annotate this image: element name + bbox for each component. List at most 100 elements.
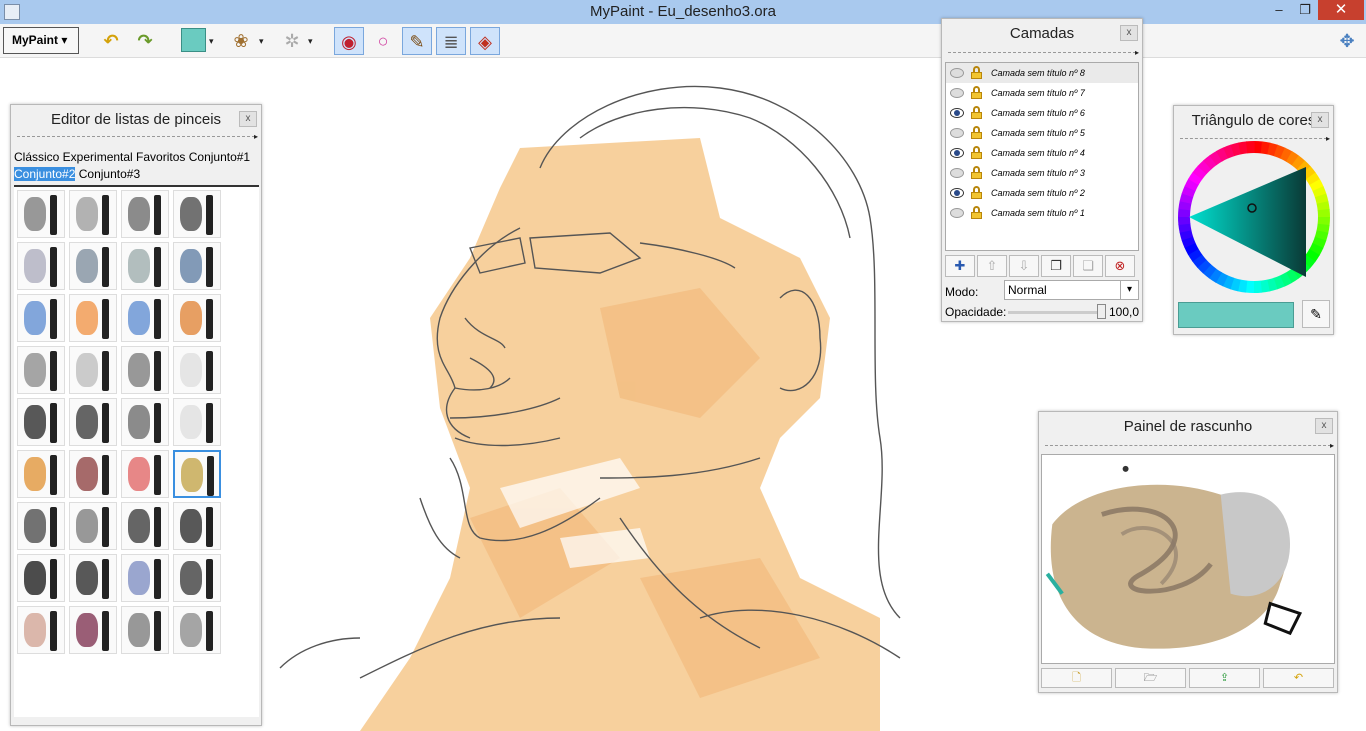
lock-icon[interactable] <box>971 66 982 79</box>
layer-row[interactable]: Camada sem título nº 7 <box>946 83 1138 103</box>
brush-preset[interactable] <box>17 294 65 342</box>
visibility-eye-icon[interactable] <box>950 128 964 138</box>
layer-row[interactable]: Camada sem título nº 5 <box>946 123 1138 143</box>
brush-preset[interactable] <box>69 398 117 446</box>
undo-icon[interactable]: ↶ <box>96 27 126 55</box>
brush-preset[interactable] <box>121 450 169 498</box>
layer-row[interactable]: Camada sem título nº 1 <box>946 203 1138 223</box>
redo-icon[interactable]: ↷ <box>130 27 160 55</box>
brush-preset[interactable] <box>17 242 65 290</box>
lock-icon[interactable] <box>971 86 982 99</box>
brush-preset[interactable] <box>69 346 117 394</box>
brush-preset[interactable] <box>173 242 221 290</box>
brush-preset[interactable] <box>17 398 65 446</box>
color-sampler-toggle[interactable]: ◉ <box>334 27 364 55</box>
brush-preset[interactable] <box>173 294 221 342</box>
new-scratchpad-button[interactable]: 🗋 <box>1041 668 1112 688</box>
brush-group-selected[interactable]: Conjunto#2 <box>14 167 76 181</box>
brush-preset[interactable] <box>69 554 117 602</box>
brush-preset[interactable] <box>69 190 117 238</box>
merge-layer-button[interactable]: ❏ <box>1073 255 1103 277</box>
brush-preset[interactable] <box>121 190 169 238</box>
save-default-scratchpad-button[interactable]: ⇪ <box>1189 668 1260 688</box>
layers-toggle[interactable]: ≣ <box>436 27 466 55</box>
brush-preset[interactable] <box>121 398 169 446</box>
mypaint-menu-button[interactable]: MyPaint ▾ <box>3 27 79 54</box>
brush-preset[interactable] <box>17 346 65 394</box>
brush-groups-line[interactable]: Clássico Experimental Favoritos Conjunto… <box>14 149 259 166</box>
opacity-slider-track[interactable] <box>1008 311 1104 314</box>
lock-icon[interactable] <box>971 166 982 179</box>
blend-mode-select[interactable]: Normal ▾ <box>1004 280 1139 300</box>
layers-close-button[interactable]: x <box>1120 25 1138 41</box>
brush-preset[interactable] <box>173 554 221 602</box>
layer-row[interactable]: Camada sem título nº 8 <box>946 63 1138 83</box>
brush-preset[interactable] <box>121 502 169 550</box>
brush-preset[interactable] <box>17 450 65 498</box>
brush-preset[interactable] <box>69 450 117 498</box>
lock-icon[interactable] <box>971 106 982 119</box>
opacity-slider-handle[interactable] <box>1097 304 1106 319</box>
layer-row[interactable]: Camada sem título nº 3 <box>946 163 1138 183</box>
brush-selector-icon[interactable]: ❀ <box>226 27 256 55</box>
move-layer-down-button[interactable]: ⇩ <box>1009 255 1039 277</box>
hue-wheel-triangle[interactable] <box>1176 139 1332 295</box>
layer-row[interactable]: Camada sem título nº 2 <box>946 183 1138 203</box>
brush-preset[interactable] <box>17 502 65 550</box>
brush-preset[interactable] <box>121 346 169 394</box>
brush-preset[interactable] <box>121 242 169 290</box>
open-scratchpad-button[interactable]: 🗁 <box>1115 668 1186 688</box>
lock-icon[interactable] <box>971 206 982 219</box>
add-layer-button[interactable]: ✚ <box>945 255 975 277</box>
duplicate-layer-button[interactable]: ❐ <box>1041 255 1071 277</box>
brush-preset[interactable] <box>173 502 221 550</box>
brush-preset[interactable] <box>121 554 169 602</box>
scratchpad-toggle[interactable]: ◈ <box>470 27 500 55</box>
visibility-eye-icon[interactable] <box>950 148 964 158</box>
layer-row[interactable]: Camada sem título nº 4 <box>946 143 1138 163</box>
visibility-eye-icon[interactable] <box>950 188 964 198</box>
brush-preset[interactable] <box>17 190 65 238</box>
visibility-eye-icon[interactable] <box>950 88 964 98</box>
brush-preset[interactable] <box>69 294 117 342</box>
panel-menu-arrow[interactable]: ▸ <box>1135 48 1139 57</box>
lock-icon[interactable] <box>971 146 982 159</box>
scratchpad-canvas[interactable] <box>1041 454 1335 664</box>
lock-icon[interactable] <box>971 186 982 199</box>
visibility-eye-icon[interactable] <box>950 108 964 118</box>
brush-preset[interactable] <box>173 190 221 238</box>
maximize-button[interactable]: ❐ <box>1290 0 1320 20</box>
visibility-eye-icon[interactable] <box>950 168 964 178</box>
color-triangle-close-button[interactable]: x <box>1311 112 1329 128</box>
brush-preset[interactable] <box>69 502 117 550</box>
brush-preset[interactable] <box>121 294 169 342</box>
brush-preset[interactable] <box>17 606 65 654</box>
brush-preset[interactable] <box>69 242 117 290</box>
brush-group-conjunto3[interactable]: Conjunto#3 <box>79 167 140 181</box>
delete-layer-button[interactable]: ⊗ <box>1105 255 1135 277</box>
color-dropdown-caret[interactable]: ▾ <box>209 36 214 47</box>
fullscreen-icon[interactable]: ✥ <box>1332 27 1362 55</box>
visibility-eye-icon[interactable] <box>950 208 964 218</box>
brush-preset[interactable] <box>69 606 117 654</box>
visibility-eye-icon[interactable] <box>950 68 964 78</box>
color-wheel-toggle[interactable]: ○ <box>368 27 398 55</box>
brush-editor-close-button[interactable]: x <box>239 111 257 127</box>
lock-icon[interactable] <box>971 126 982 139</box>
brush-preset[interactable] <box>173 346 221 394</box>
brush-preset[interactable] <box>121 606 169 654</box>
brush-preset[interactable] <box>173 606 221 654</box>
move-layer-up-button[interactable]: ⇧ <box>977 255 1007 277</box>
panel-menu-arrow[interactable]: ▸ <box>1330 441 1334 450</box>
brush-preset[interactable] <box>17 554 65 602</box>
brush-dropdown-caret[interactable]: ▾ <box>259 36 264 47</box>
scratchpad-close-button[interactable]: x <box>1315 418 1333 434</box>
layer-row[interactable]: Camada sem título nº 6 <box>946 103 1138 123</box>
eyedropper-icon[interactable]: ✎ <box>1302 300 1330 328</box>
settings-dropdown-caret[interactable]: ▾ <box>308 36 313 47</box>
brush-editor-toggle[interactable]: ✎ <box>402 27 432 55</box>
brush-preset[interactable] <box>173 398 221 446</box>
panel-menu-arrow[interactable]: ▸ <box>254 132 258 141</box>
current-color-swatch[interactable] <box>181 28 206 52</box>
revert-scratchpad-button[interactable]: ↶ <box>1263 668 1334 688</box>
